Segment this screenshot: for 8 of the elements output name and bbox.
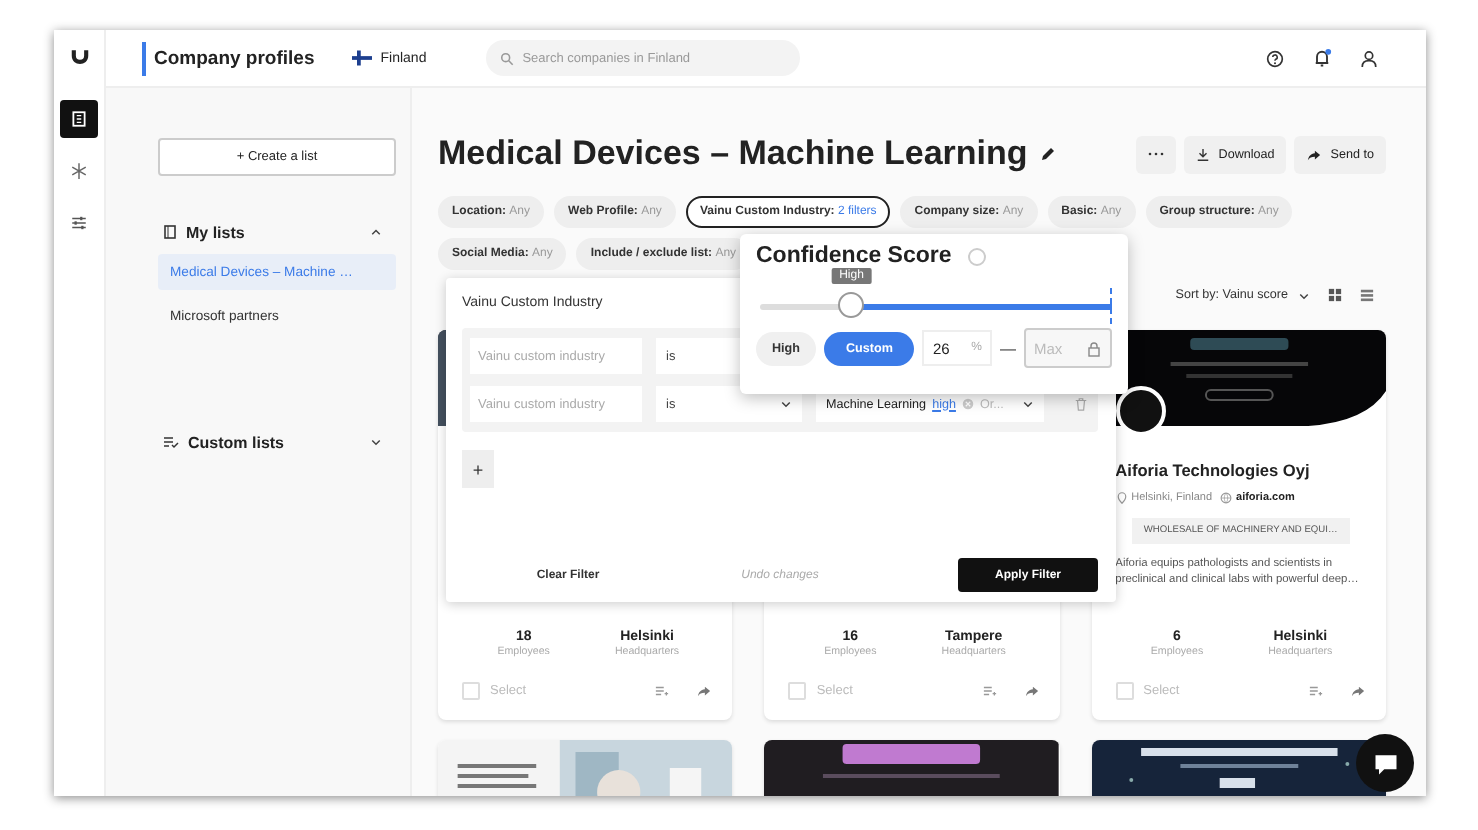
add-filter-button[interactable]: + bbox=[462, 450, 494, 488]
popup-title: Confidence Score bbox=[756, 244, 952, 268]
app-title: Company profiles bbox=[142, 41, 315, 75]
section-header[interactable]: Custom lists bbox=[158, 428, 396, 456]
section-header[interactable]: My lists bbox=[158, 218, 396, 246]
company-name: Aiforia Technologies Oyj bbox=[1115, 460, 1312, 480]
range-separator: — bbox=[1000, 339, 1016, 357]
page-title: Medical Devices – Machine Learning bbox=[438, 134, 1028, 174]
